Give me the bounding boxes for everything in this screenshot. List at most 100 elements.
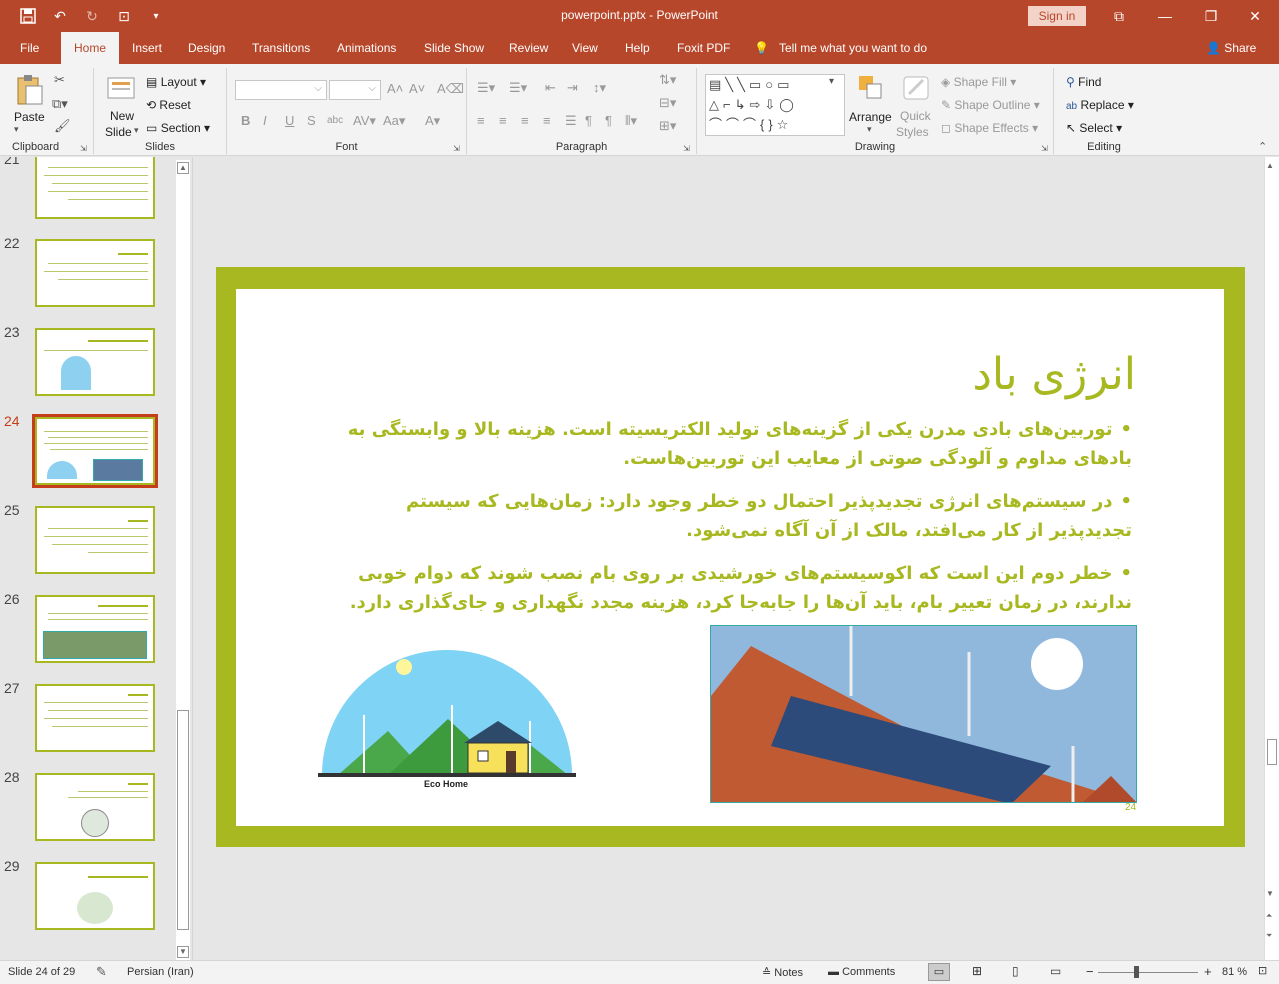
character-spacing-icon[interactable]: AV▾ — [353, 113, 376, 129]
quick-styles-label-2[interactable]: Styles — [896, 125, 929, 139]
scroll-down-icon[interactable]: ▼ — [177, 946, 189, 958]
replace-button[interactable]: ab Replace ▾ — [1066, 98, 1134, 112]
font-launcher-icon[interactable]: ⇲ — [453, 144, 460, 153]
scroll-thumb[interactable] — [1267, 739, 1277, 765]
tab-file[interactable]: File — [10, 32, 49, 64]
tab-view[interactable]: View — [562, 32, 608, 64]
font-color-icon[interactable]: A▾ — [425, 113, 440, 129]
quick-styles-label-1[interactable]: Quick — [900, 109, 931, 123]
increase-font-size-icon[interactable]: A˄ — [387, 81, 403, 96]
paste-button[interactable]: Paste — [14, 110, 45, 124]
tell-me-search[interactable]: 💡 Tell me what you want to do — [754, 32, 927, 64]
layout-button[interactable]: ▤ Layout ▾ — [146, 75, 206, 89]
thumbnail-slide-24[interactable] — [35, 417, 155, 485]
close-button[interactable]: ✕ — [1232, 4, 1278, 28]
zoom-out-icon[interactable]: − — [1086, 964, 1094, 979]
scroll-up-icon[interactable]: ▲ — [1266, 161, 1274, 170]
rtl-icon[interactable]: ¶ — [585, 113, 592, 128]
minimize-button[interactable]: — — [1142, 4, 1188, 28]
zoom-slider-handle[interactable] — [1134, 966, 1139, 978]
paste-dropdown-icon[interactable]: ▾ — [14, 124, 19, 135]
tab-animations[interactable]: Animations — [327, 32, 406, 64]
paste-icon[interactable] — [14, 74, 44, 106]
solar-roof-photo[interactable] — [710, 625, 1137, 803]
shapes-gallery[interactable]: ▤╲╲▭○▭ △⌐↳⇨⇩◯ ⌒⌒⌒{}☆ — [705, 74, 845, 136]
tab-transitions[interactable]: Transitions — [242, 32, 320, 64]
fit-to-window-icon[interactable]: ⊡ — [1258, 964, 1267, 977]
language-indicator[interactable]: Persian (Iran) — [127, 966, 194, 978]
scroll-down-icon[interactable]: ▼ — [1266, 889, 1274, 898]
strikethrough-icon[interactable]: abc — [327, 115, 343, 126]
center-icon[interactable]: ≡ — [499, 113, 507, 128]
paragraph-launcher-icon[interactable]: ⇲ — [683, 144, 690, 153]
justify-icon[interactable]: ≡ — [543, 113, 551, 128]
slide-sorter-icon[interactable]: ⊞ — [972, 964, 982, 978]
scroll-thumb[interactable] — [177, 710, 189, 930]
bullets-icon[interactable]: ☰▾ — [477, 80, 495, 96]
thumbnail-slide-27[interactable] — [35, 684, 155, 752]
comments-button[interactable]: ▬ Comments — [828, 966, 895, 978]
increase-indent-icon[interactable]: ⇥ — [567, 80, 578, 96]
shape-fill-button[interactable]: ◈ Shape Fill ▾ — [941, 75, 1016, 89]
bullet-1[interactable]: •توربین‌های بادی مدرن یکی از گزینه‌های ت… — [320, 415, 1132, 473]
bullet-2[interactable]: •در سیستم‌های انرژی تجدیدپذیر احتمال دو … — [320, 487, 1132, 545]
new-slide-icon[interactable] — [106, 72, 136, 104]
arrange-button[interactable]: Arrange — [849, 110, 892, 124]
section-button[interactable]: ▭ Section ▾ — [146, 121, 210, 135]
distributed-icon[interactable]: ☰ — [565, 113, 577, 129]
arrange-icon[interactable] — [855, 72, 885, 104]
convert-to-smartart-icon[interactable]: ⊞▾ — [659, 118, 676, 134]
select-button[interactable]: ↖ Select ▾ — [1066, 121, 1122, 135]
decrease-indent-icon[interactable]: ⇤ — [545, 80, 556, 96]
zoom-slider[interactable] — [1098, 972, 1198, 973]
clipboard-launcher-icon[interactable]: ⇲ — [80, 144, 87, 153]
bullet-3[interactable]: •خطر دوم این است که اکوسیستم‌های خورشیدی… — [320, 559, 1132, 617]
thumbnail-slide-25[interactable] — [35, 506, 155, 574]
font-family-combo[interactable]: ⌵ — [235, 80, 327, 100]
thumbnail-slide-28[interactable] — [35, 773, 155, 841]
text-direction-icon[interactable]: ⇅▾ — [659, 72, 676, 88]
change-case-icon[interactable]: Aa▾ — [383, 113, 405, 129]
next-slide-icon[interactable]: ⏷ — [1266, 931, 1272, 941]
underline-icon[interactable]: U — [285, 113, 294, 128]
shapes-gallery-more-icon[interactable]: ▾ — [829, 76, 834, 87]
tab-help[interactable]: Help — [615, 32, 660, 64]
quick-styles-icon[interactable] — [901, 72, 931, 104]
numbering-icon[interactable]: ☰▾ — [509, 80, 527, 96]
zoom-in-icon[interactable]: + — [1204, 964, 1212, 979]
spelling-check-icon[interactable]: ✎ — [96, 964, 107, 980]
format-painter-icon[interactable]: 🖌 — [54, 118, 71, 134]
ltr-icon[interactable]: ¶ — [605, 113, 612, 128]
ribbon-display-options-icon[interactable]: ⧉ — [1096, 4, 1142, 28]
copy-icon[interactable]: ⧉▾ — [52, 96, 68, 112]
thumbnails-scrollbar[interactable]: ▲ ▼ — [176, 160, 190, 960]
drawing-launcher-icon[interactable]: ⇲ — [1041, 144, 1048, 153]
normal-view-icon[interactable]: ▭ — [928, 963, 950, 981]
shape-effects-button[interactable]: ◻ Shape Effects ▾ — [941, 121, 1038, 135]
italic-icon[interactable]: I — [263, 113, 267, 128]
reset-button[interactable]: ⟲ Reset — [146, 98, 191, 112]
maximize-button[interactable]: ❐ — [1188, 4, 1234, 28]
thumbnail-slide-22[interactable] — [35, 239, 155, 307]
line-spacing-icon[interactable]: ↕▾ — [593, 80, 606, 96]
tab-insert[interactable]: Insert — [122, 32, 172, 64]
thumbnail-slide-29[interactable] — [35, 862, 155, 930]
cut-icon[interactable]: ✂ — [54, 72, 65, 88]
thumbnail-slide-26[interactable] — [35, 595, 155, 663]
slide-title[interactable]: انرژی باد — [972, 349, 1136, 400]
eco-home-illustration[interactable]: Eco Home — [318, 635, 576, 795]
slide-scrollbar[interactable]: ▲ ▼ ⏶ ⏷ — [1264, 157, 1279, 960]
slide-show-icon[interactable]: ▭ — [1050, 964, 1061, 978]
new-slide-label-2[interactable]: Slide — [105, 125, 132, 139]
tab-slide-show[interactable]: Slide Show — [414, 32, 494, 64]
previous-slide-icon[interactable]: ⏶ — [1266, 911, 1272, 921]
font-size-combo[interactable]: ⌵ — [329, 80, 381, 100]
align-right-icon[interactable]: ≡ — [521, 113, 529, 128]
reading-view-icon[interactable]: ▯ — [1012, 964, 1019, 978]
scroll-up-icon[interactable]: ▲ — [177, 162, 189, 174]
tab-design[interactable]: Design — [178, 32, 235, 64]
align-left-icon[interactable]: ≡ — [477, 113, 485, 128]
decrease-font-size-icon[interactable]: A˅ — [409, 81, 425, 96]
zoom-level[interactable]: 81 % — [1222, 966, 1247, 978]
collapse-ribbon-icon[interactable]: ⌃ — [1258, 140, 1267, 153]
